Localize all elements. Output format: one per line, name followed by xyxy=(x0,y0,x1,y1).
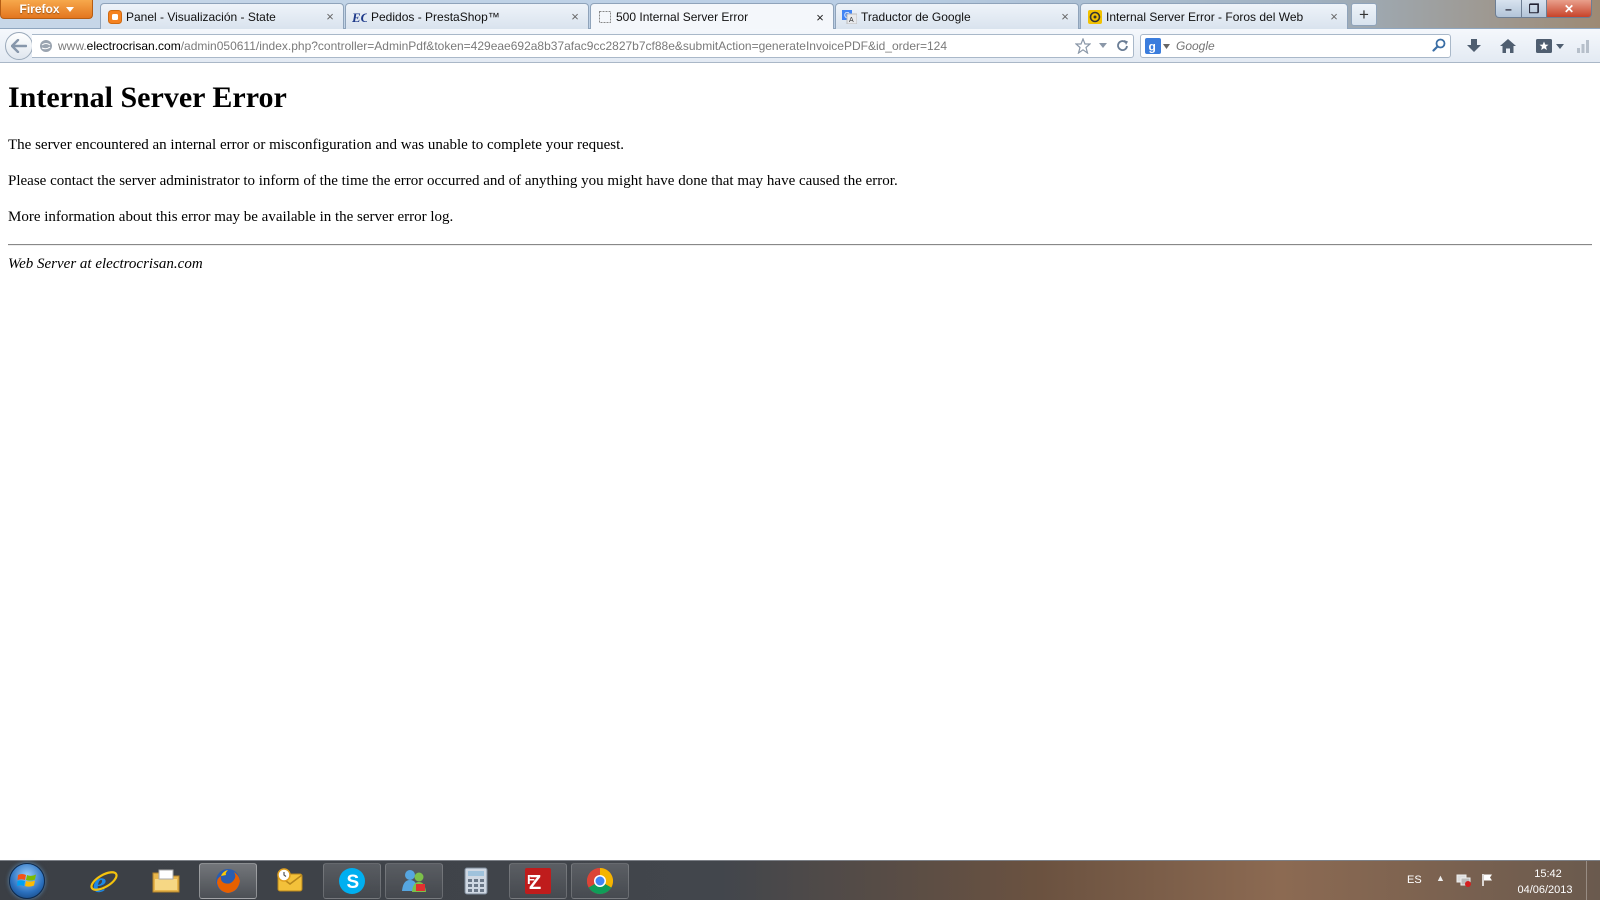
electrocrisan-ec-icon: EC xyxy=(352,9,367,24)
globe-icon[interactable] xyxy=(38,38,54,54)
back-button[interactable] xyxy=(5,32,33,60)
outlook-icon xyxy=(277,868,303,892)
search-icon[interactable] xyxy=(1432,38,1446,55)
search-bar: g xyxy=(1140,34,1451,58)
back-arrow-icon xyxy=(11,39,27,53)
system-tray: ES ▲ 15:42 04/06/2013 xyxy=(1380,861,1600,900)
firefox-menu-button[interactable]: Firefox xyxy=(0,0,93,19)
tab-title: Traductor de Google xyxy=(861,9,971,24)
tab-traductor-de-google[interactable]: GA Traductor de Google × xyxy=(835,3,1079,29)
svg-text:S: S xyxy=(347,872,360,893)
tab-pedidos-prestashop[interactable]: EC Pedidos - PrestaShop™ × xyxy=(345,3,589,29)
page-title: Internal Server Error xyxy=(8,81,287,114)
divider xyxy=(8,244,1592,246)
page-content: Internal Server Error The server encount… xyxy=(0,64,1600,860)
start-button[interactable] xyxy=(6,862,48,900)
close-icon[interactable]: × xyxy=(1327,9,1341,24)
taskbar-outlook[interactable] xyxy=(261,863,319,899)
home-button[interactable] xyxy=(1496,34,1520,58)
close-icon[interactable]: × xyxy=(323,9,337,24)
forosdelweb-icon xyxy=(1087,9,1102,24)
signal-bars-icon xyxy=(1577,40,1589,53)
new-tab-button[interactable]: + xyxy=(1351,3,1377,26)
title-bar: Firefox Panel - Visualización - State × … xyxy=(0,0,1600,30)
blank-page-icon xyxy=(597,10,612,25)
show-hidden-icons-button[interactable]: ▲ xyxy=(1436,873,1445,883)
download-arrow-icon xyxy=(1467,39,1481,52)
tab-title: Internal Server Error - Foros del Web xyxy=(1106,9,1304,24)
search-engine-selector[interactable]: g xyxy=(1145,38,1170,54)
tab-title: 500 Internal Server Error xyxy=(616,10,749,24)
svg-text:g: g xyxy=(1149,40,1156,54)
error-paragraph: The server encountered an internal error… xyxy=(8,137,625,153)
svg-text:A: A xyxy=(849,17,854,24)
skype-icon: S xyxy=(339,868,365,894)
language-indicator[interactable]: ES xyxy=(1407,874,1422,886)
tab-panel-state[interactable]: Panel - Visualización - State × xyxy=(100,3,344,29)
close-icon[interactable]: × xyxy=(568,9,582,24)
url-host: electrocrisan.com xyxy=(86,39,181,53)
taskbar-chrome[interactable] xyxy=(571,863,629,899)
blogger-icon xyxy=(107,9,122,24)
flag-icon[interactable] xyxy=(1481,873,1495,890)
url-text[interactable]: www.electrocrisan.com/admin050611/index.… xyxy=(58,39,1073,53)
taskbar-messenger[interactable] xyxy=(385,863,443,899)
windows-explorer-icon xyxy=(152,869,180,893)
chevron-down-icon xyxy=(1163,43,1170,49)
taskbar-windows-explorer[interactable] xyxy=(137,863,195,899)
firefox-menu-label: Firefox xyxy=(19,2,60,16)
bookmarks-menu-button[interactable] xyxy=(1532,34,1566,58)
google-icon: g xyxy=(1145,38,1161,54)
error-paragraph: More information about this error may be… xyxy=(8,209,454,225)
taskbar-firefox[interactable] xyxy=(199,863,257,899)
addon-bar-button[interactable] xyxy=(1572,34,1594,58)
chrome-icon xyxy=(586,867,614,895)
chevron-down-icon xyxy=(1555,43,1564,49)
svg-text:EC: EC xyxy=(352,10,367,24)
tab-500-internal-server-error[interactable]: 500 Internal Server Error × xyxy=(590,3,834,30)
calculator-icon xyxy=(464,867,488,895)
reload-icon[interactable] xyxy=(1113,36,1133,56)
taskbar-filezilla[interactable]: Z F xyxy=(509,863,567,899)
clock-time[interactable]: 15:42 xyxy=(1523,868,1573,880)
home-icon xyxy=(1500,39,1516,53)
url-prefix: www. xyxy=(58,39,87,53)
url-history-dropdown-icon[interactable] xyxy=(1093,36,1113,56)
bookmarks-star-icon xyxy=(1535,39,1552,53)
search-input[interactable] xyxy=(1176,39,1432,53)
tab-title: Panel - Visualización - State xyxy=(126,9,276,24)
url-path: /admin050611/index.php?controller=AdminP… xyxy=(180,39,948,53)
filezilla-icon: Z F xyxy=(525,868,551,894)
bookmark-star-icon[interactable] xyxy=(1073,36,1093,56)
messenger-icon xyxy=(402,870,426,892)
taskbar-internet-explorer[interactable]: e xyxy=(75,863,133,899)
clock-date[interactable]: 04/06/2013 xyxy=(1510,884,1580,896)
close-window-button[interactable]: ✕ xyxy=(1546,0,1592,18)
taskbar-calculator[interactable] xyxy=(447,863,505,899)
taskbar-skype[interactable]: S xyxy=(323,863,381,899)
close-icon[interactable]: × xyxy=(1058,9,1072,24)
firefox-icon xyxy=(216,869,240,893)
show-desktop-button[interactable] xyxy=(1586,861,1600,900)
google-translate-icon: GA xyxy=(842,9,857,24)
svg-text:F: F xyxy=(527,872,535,887)
navigation-toolbar: www.electrocrisan.com/admin050611/index.… xyxy=(0,29,1600,63)
url-bar[interactable]: www.electrocrisan.com/admin050611/index.… xyxy=(32,34,1134,58)
chevron-down-icon xyxy=(65,6,74,12)
internet-explorer-icon: e xyxy=(90,866,118,896)
taskbar: e S Z F ES ▲ 15:42 04/06/2013 xyxy=(0,860,1600,900)
tab-foros-del-web[interactable]: Internal Server Error - Foros del Web × xyxy=(1080,3,1348,29)
minimize-window-button[interactable]: – xyxy=(1495,0,1522,18)
tab-title: Pedidos - PrestaShop™ xyxy=(371,9,500,24)
network-icon[interactable] xyxy=(1456,873,1472,890)
downloads-button[interactable] xyxy=(1462,34,1486,58)
close-icon[interactable]: × xyxy=(813,10,827,25)
maximize-window-button[interactable]: ❐ xyxy=(1521,0,1547,18)
windows-logo-icon xyxy=(9,863,45,899)
error-paragraph: Please contact the server administrator … xyxy=(8,173,898,189)
server-signature: Web Server at electrocrisan.com xyxy=(8,256,203,272)
